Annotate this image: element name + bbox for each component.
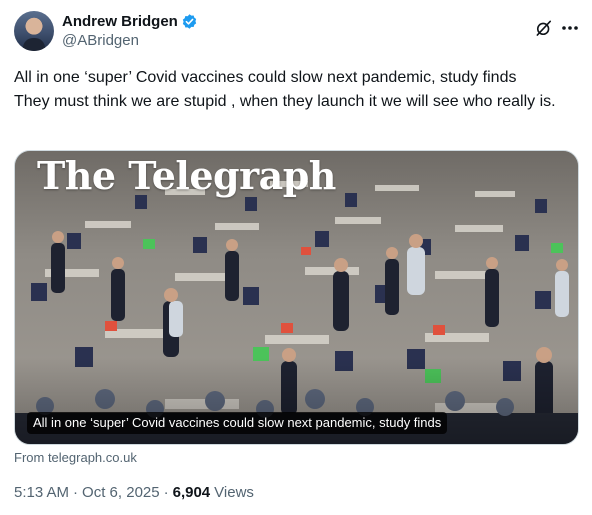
tweet-meta: 5:13 AM · Oct 6, 2025 · 6,904 Views bbox=[14, 484, 254, 501]
meta-separator-2: · bbox=[163, 484, 169, 501]
article-headline: All in one ‘super’ Covid vaccines could … bbox=[27, 412, 448, 434]
author-name-row: Andrew Bridgen bbox=[62, 11, 198, 31]
views-label[interactable]: Views bbox=[214, 484, 254, 501]
verified-badge-icon bbox=[182, 13, 197, 29]
author-display-name[interactable]: Andrew Bridgen bbox=[62, 13, 178, 30]
grok-icon[interactable] bbox=[534, 18, 554, 38]
meta-separator: · bbox=[73, 484, 79, 501]
views-count[interactable]: 6,904 bbox=[173, 484, 211, 501]
author-handle[interactable]: @ABridgen bbox=[62, 32, 139, 49]
more-icon[interactable] bbox=[558, 18, 582, 38]
tweet-card: Andrew Bridgen @ABridgen All in one ‘sup… bbox=[0, 0, 592, 515]
tweet-text: All in one ‘super’ Covid vaccines could … bbox=[14, 69, 556, 110]
tweet-date[interactable]: Oct 6, 2025 bbox=[82, 484, 160, 501]
link-preview-card[interactable]: The Telegraph All in one ‘super’ Covid v… bbox=[14, 150, 579, 445]
telegraph-masthead: The Telegraph bbox=[37, 153, 336, 198]
source-link[interactable]: From telegraph.co.uk bbox=[14, 450, 137, 465]
avatar[interactable] bbox=[14, 11, 54, 51]
tweet-time[interactable]: 5:13 AM bbox=[14, 484, 69, 501]
